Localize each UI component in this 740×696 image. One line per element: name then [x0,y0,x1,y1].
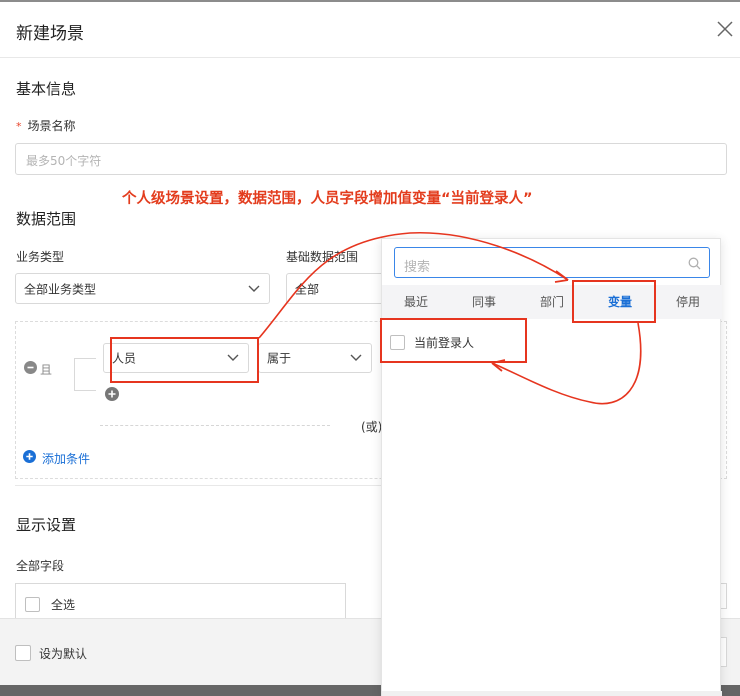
tab-disabled[interactable]: 停用 [654,285,722,319]
annotation-text: 个人级场景设置，数据范围，人员字段增加值变量“当前登录人” [122,191,533,207]
select-all-checkbox[interactable] [25,597,40,612]
base-scope-select[interactable]: 全部 [286,273,386,304]
plus-circle-icon [23,450,36,463]
annotation-box-current-user [380,318,527,363]
add-condition-label: 添加条件 [42,452,91,466]
operator-select-value: 属于 [267,351,292,366]
all-fields-label: 全部字段 [16,559,65,573]
close-icon[interactable] [715,19,735,39]
scene-name-label: 场景名称 [27,119,76,133]
or-label: (或) [361,420,383,434]
picker-search-input[interactable]: 搜索 [394,247,710,278]
section-divider [15,485,381,486]
member-picker-dropdown: 搜索 最近 同事 部门 变量 停用 当前登录人 [381,238,722,696]
group-bracket [74,358,96,391]
add-sub-condition-icon[interactable] [105,387,119,401]
base-scope-label: 基础数据范围 [286,250,359,264]
set-default-checkbox[interactable] [15,645,31,661]
tab-recent[interactable]: 最近 [382,285,450,319]
tab-colleagues[interactable]: 同事 [450,285,518,319]
picker-search-placeholder: 搜索 [404,260,431,275]
scene-name-input[interactable]: 最多50个字符 [15,143,727,175]
dialog-header: 新建场景 [0,2,740,58]
dialog-title: 新建场景 [16,24,84,44]
biz-type-value: 全部业务类型 [24,282,97,296]
remove-group-icon[interactable] [24,361,37,374]
fields-list: 全选 [15,583,346,623]
and-label: 且 [40,363,53,377]
scene-name-placeholder: 最多50个字符 [26,154,102,168]
display-heading: 显示设置 [16,516,77,534]
annotation-box-field [110,337,259,383]
biz-type-label: 业务类型 [16,250,65,264]
set-default-label: 设为默认 [39,647,88,661]
annotation-box-variable-tab [572,280,656,323]
biz-type-select[interactable]: 全部业务类型 [15,273,270,304]
data-scope-heading: 数据范围 [16,210,77,228]
picker-bottom-bar [382,691,722,696]
chevron-down-icon [350,354,362,361]
or-divider [100,425,330,426]
required-mark: * [16,120,22,133]
search-icon [688,257,701,270]
chevron-down-icon [248,285,260,292]
select-all-label: 全选 [51,598,76,612]
base-scope-value: 全部 [295,282,320,296]
picker-tabs: 最近 同事 部门 变量 停用 [382,285,722,319]
scene-name-label-row: * 场景名称 [16,117,76,134]
operator-select[interactable]: 属于 [258,343,372,373]
basic-info-heading: 基本信息 [16,80,77,98]
